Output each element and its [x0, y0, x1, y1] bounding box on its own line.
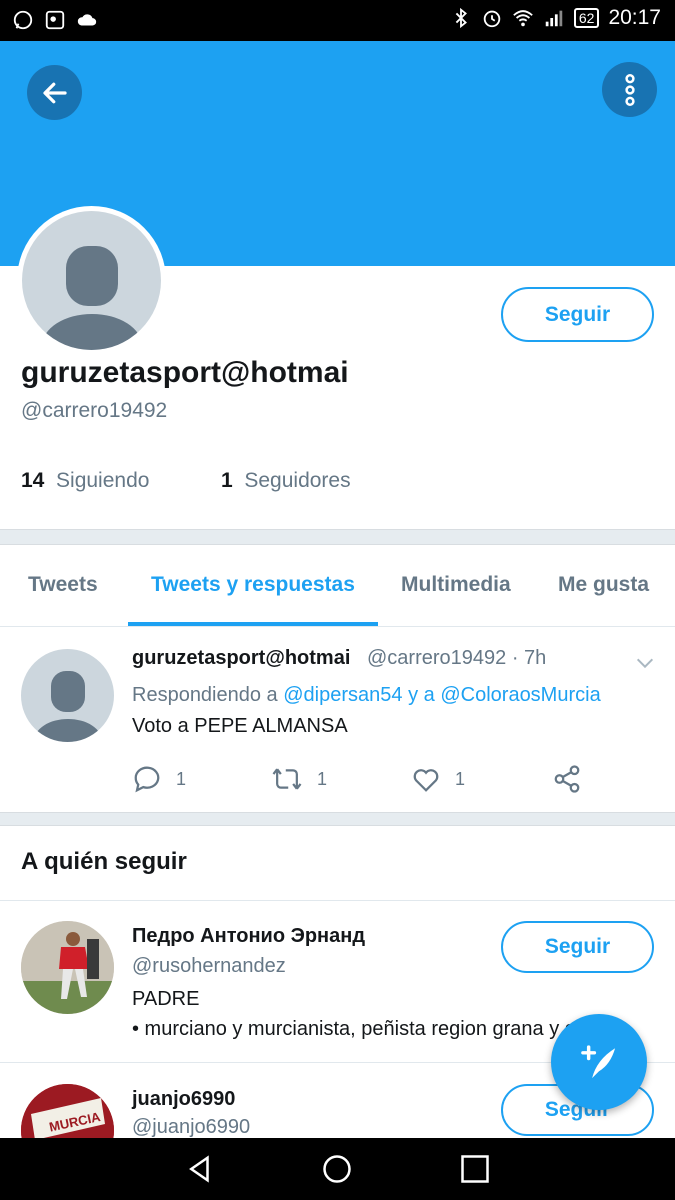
tweet-reply-context: Respondiendo a @dipersan54 y a @Coloraos…	[132, 684, 601, 707]
recents-square-icon[interactable]	[460, 1154, 490, 1184]
wifi-icon	[513, 10, 533, 27]
profile-handle: @carrero19492	[21, 399, 168, 422]
tweet-author-name[interactable]: guruzetasport@hotmai	[132, 647, 350, 670]
reply-count: 1	[176, 768, 187, 789]
follow-suggested-button[interactable]: Seguir	[501, 921, 654, 973]
following-label: Siguiendo	[56, 469, 150, 492]
status-bar: 62 20:17	[0, 0, 675, 41]
gallery-icon	[45, 10, 65, 30]
tweet-text: Voto a PEPE ALMANSA	[132, 715, 348, 737]
default-avatar-icon	[34, 671, 102, 742]
retweet-icon	[272, 768, 302, 790]
arrow-left-icon	[42, 82, 67, 103]
followers-count: 1	[221, 469, 233, 492]
more-options-button[interactable]	[602, 62, 657, 117]
status-left-icons	[12, 9, 98, 31]
signal-icon	[545, 10, 563, 27]
whatsapp-icon	[13, 10, 33, 30]
suggested-user-handle: @rusohernandez	[132, 955, 286, 977]
like-count: 1	[455, 768, 466, 789]
compose-tweet-button[interactable]	[551, 1014, 647, 1110]
reply-user-link[interactable]: @ColoraosMurcia	[440, 684, 600, 706]
reply-user-link[interactable]: @dipersan54	[283, 684, 402, 706]
retweet-action[interactable]: 1	[271, 764, 327, 794]
reply-icon	[134, 766, 160, 793]
compose-feather-icon	[581, 1045, 616, 1079]
tab-likes[interactable]: Me gusta	[558, 573, 649, 597]
section-divider	[0, 529, 675, 545]
tab-tweets-replies[interactable]: Tweets y respuestas	[151, 573, 355, 597]
reply-prefix: Respondiendo a	[132, 684, 278, 706]
bluetooth-icon	[455, 7, 467, 29]
default-avatar-icon	[22, 211, 161, 350]
like-action[interactable]: 1	[411, 764, 465, 794]
home-circle-icon[interactable]	[322, 1154, 352, 1184]
suggested-user-bio: PADRE	[132, 988, 200, 1010]
reply-action[interactable]: 1	[132, 764, 186, 794]
profile-avatar[interactable]	[17, 206, 166, 355]
suggested-user-handle: @juanjo6990	[132, 1116, 251, 1138]
player-photo-icon	[21, 921, 114, 1014]
clock: 20:17	[608, 6, 661, 29]
following-stat[interactable]: 14 Siguiendo	[21, 469, 149, 493]
share-action[interactable]	[552, 764, 582, 794]
more-vertical-icon	[624, 73, 635, 106]
heart-icon	[413, 769, 439, 792]
system-nav-bar	[0, 1138, 675, 1200]
followers-label: Seguidores	[244, 469, 351, 492]
section-divider	[0, 812, 675, 826]
suggested-user-avatar[interactable]	[21, 921, 114, 1014]
back-triangle-icon[interactable]	[185, 1154, 215, 1184]
following-count: 14	[21, 469, 45, 492]
cloud-icon	[77, 14, 97, 26]
tab-tweets[interactable]: Tweets	[28, 573, 98, 597]
share-icon	[554, 765, 580, 793]
chevron-down-icon[interactable]	[634, 652, 656, 674]
suggested-user-name[interactable]: juanjo6990	[132, 1088, 235, 1111]
who-to-follow-title: A quién seguir	[21, 848, 187, 875]
profile-tabs: Tweets Tweets y respuestas Multimedia Me…	[0, 545, 675, 627]
alarm-icon	[483, 10, 501, 28]
tweet-avatar[interactable]	[21, 649, 114, 742]
tab-media[interactable]: Multimedia	[401, 573, 511, 597]
retweet-count: 1	[317, 768, 328, 789]
battery-level: 62	[573, 8, 600, 28]
status-right-icons: 62 20:17	[450, 6, 661, 30]
tweet-meta: @carrero19492 · 7h	[367, 647, 547, 669]
back-button[interactable]	[27, 65, 82, 120]
profile-name: guruzetasport@hotmai	[21, 356, 349, 389]
follow-button[interactable]: Seguir	[501, 287, 654, 342]
divider	[0, 900, 675, 901]
suggested-user-name[interactable]: Педро Антонио Эрнанд	[132, 925, 365, 948]
active-tab-indicator	[128, 622, 378, 626]
reply-connector: y a	[408, 684, 435, 706]
followers-stat[interactable]: 1 Seguidores	[221, 469, 351, 493]
